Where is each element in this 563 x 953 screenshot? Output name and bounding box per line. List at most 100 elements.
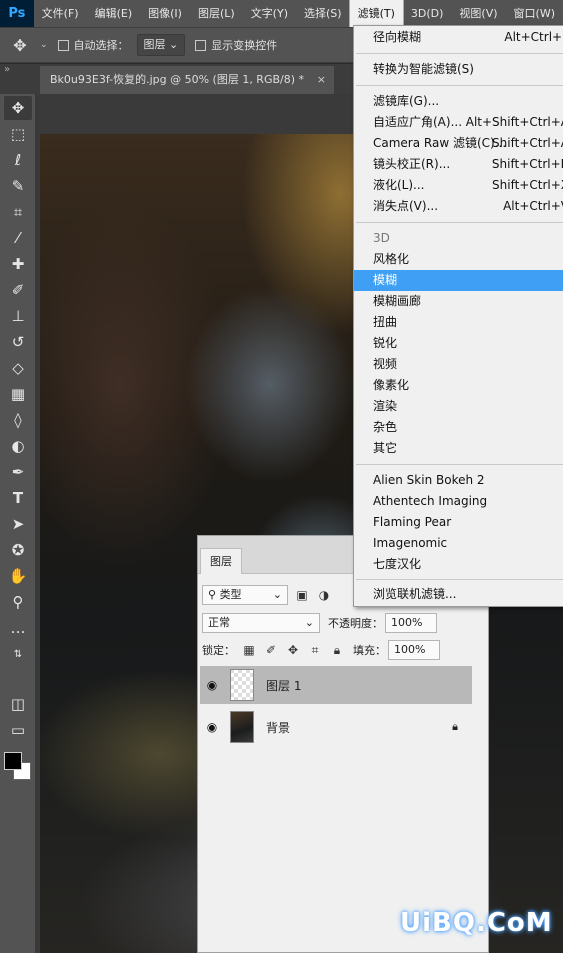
menu-filter[interactable]: 滤镜(T) xyxy=(348,0,404,28)
menu-item-label: 杂色 xyxy=(373,420,398,434)
filter-menu-item[interactable]: 像素化 xyxy=(354,375,563,396)
shape-tool-icon[interactable]: ✪ xyxy=(4,538,32,562)
menu-type[interactable]: 文字(Y) xyxy=(243,0,296,27)
menu-layer[interactable]: 图层(L) xyxy=(190,0,243,27)
filter-menu-item[interactable]: Camera Raw 滤镜(C)... Shift+Ctrl+A xyxy=(354,133,563,154)
lock-icon: 🔒︎ xyxy=(452,720,458,733)
filter-menu-item[interactable]: 径向模糊 Alt+Ctrl+F xyxy=(354,27,563,48)
lock-position-icon[interactable]: ✥ xyxy=(285,643,301,657)
filter-menu-item[interactable]: 镜头校正(R)... Shift+Ctrl+R xyxy=(354,154,563,175)
menu-image[interactable]: 图像(I) xyxy=(140,0,190,27)
lock-transparent-icon[interactable]: ▦ xyxy=(241,643,257,657)
menu-item-label: 3D xyxy=(373,231,390,245)
image-filter-icon[interactable]: ▣ xyxy=(294,588,310,602)
lock-all-icon[interactable]: 🔒︎ xyxy=(329,643,345,658)
lasso-tool-icon[interactable]: ℓ xyxy=(4,148,32,172)
photoshop-window: Ps 文件(F) 编辑(E) 图像(I) 图层(L) 文字(Y) 选择(S) 滤… xyxy=(0,0,563,953)
lock-pixels-icon[interactable]: ✐ xyxy=(263,643,279,657)
chevron-down-icon[interactable]: ⌄ xyxy=(40,40,48,50)
blur-tool-icon[interactable]: ◊ xyxy=(4,408,32,432)
filter-menu-item[interactable]: 液化(L)... Shift+Ctrl+X xyxy=(354,175,563,196)
menu-item-label: Flaming Pear xyxy=(373,515,452,529)
eyedropper-tool-icon[interactable]: ⁄ xyxy=(4,226,32,250)
filter-menu-item[interactable]: 视频 xyxy=(354,354,563,375)
layer-row[interactable]: ◉ 图层 1 xyxy=(200,666,472,704)
menu-view[interactable]: 视图(V) xyxy=(451,0,505,27)
eye-icon[interactable]: ◉ xyxy=(200,678,224,692)
layer-filter-dropdown[interactable]: ⚲ 类型 ⌄ xyxy=(202,585,288,605)
filter-menu-item[interactable]: 渲染 xyxy=(354,396,563,417)
swap-colors-icon[interactable]: ⇅ xyxy=(4,642,32,666)
menu-item-label: 模糊画廊 xyxy=(373,294,422,308)
type-tool-icon[interactable]: T xyxy=(4,486,32,510)
pen-tool-icon[interactable]: ✒ xyxy=(4,460,32,484)
adjustment-filter-icon[interactable]: ◑ xyxy=(316,588,332,602)
document-tab[interactable]: Bk0u93E3f-恢复的.jpg @ 50% (图层 1, RGB/8) * … xyxy=(40,66,334,94)
auto-select-dropdown[interactable]: 图层 ⌄ xyxy=(136,34,186,56)
menu-3d[interactable]: 3D(D) xyxy=(403,0,452,27)
foreground-color-swatch[interactable] xyxy=(4,752,22,770)
filter-menu-item[interactable]: Alien Skin Bokeh 2 xyxy=(354,470,563,491)
filter-menu-item[interactable]: 浏览联机滤镜... xyxy=(354,584,563,605)
filter-menu-item[interactable]: 风格化 xyxy=(354,249,563,270)
more-tools-icon[interactable]: … xyxy=(4,616,32,640)
menu-item-label: 模糊 xyxy=(373,273,398,287)
menu-window[interactable]: 窗口(W) xyxy=(506,0,563,27)
filter-menu-item[interactable]: 其它 xyxy=(354,438,563,459)
marquee-tool-icon[interactable]: ⬚ xyxy=(4,122,32,146)
collapse-panels-icon[interactable]: » xyxy=(4,64,10,75)
filter-menu-item[interactable]: 消失点(V)... Alt+Ctrl+V xyxy=(354,196,563,217)
filter-menu-item[interactable]: 杂色 xyxy=(354,417,563,438)
quick-mask-icon[interactable]: ◫ xyxy=(4,692,32,716)
menu-item-label: 浏览联机滤镜... xyxy=(373,587,457,601)
zoom-tool-icon[interactable]: ⚲ xyxy=(4,590,32,614)
close-icon[interactable]: × xyxy=(317,66,326,94)
history-brush-tool-icon[interactable]: ↺ xyxy=(4,330,32,354)
menu-item-label: Alien Skin Bokeh 2 xyxy=(373,473,485,487)
menu-item-shortcut: Shift+Ctrl+R xyxy=(491,157,563,171)
layer-name: 背景 xyxy=(266,720,291,735)
eye-icon[interactable]: ◉ xyxy=(200,720,224,734)
menu-file[interactable]: 文件(F) xyxy=(34,0,87,27)
menu-item-shortcut: Shift+Ctrl+X xyxy=(492,178,563,192)
filter-menu-item[interactable]: 锐化 xyxy=(354,333,563,354)
filter-menu-item[interactable]: 滤镜库(G)... xyxy=(354,91,563,112)
auto-select-checkbox[interactable] xyxy=(57,39,69,51)
menu-item-label: Camera Raw 滤镜(C)... xyxy=(373,136,507,150)
eraser-tool-icon[interactable]: ◇ xyxy=(4,356,32,380)
menu-item-label: Athentech Imaging xyxy=(373,494,488,508)
fill-field[interactable]: 100% ⌄ xyxy=(388,640,440,674)
clone-stamp-tool-icon[interactable]: ⊥ xyxy=(4,304,32,328)
filter-menu-item[interactable]: 3D xyxy=(354,228,563,249)
move-tool-icon[interactable]: ✥ xyxy=(4,96,32,120)
gradient-tool-icon[interactable]: ▦ xyxy=(4,382,32,406)
healing-brush-tool-icon[interactable]: ✚ xyxy=(4,252,32,276)
screen-mode-icon[interactable]: ▭ xyxy=(4,718,32,742)
filter-menu-item[interactable]: 转换为智能滤镜(S) xyxy=(354,59,563,80)
hand-tool-icon[interactable]: ✋ xyxy=(4,564,32,588)
filter-menu-item[interactable]: Athentech Imaging xyxy=(354,491,563,512)
menu-select[interactable]: 选择(S) xyxy=(296,0,350,27)
blend-mode-dropdown[interactable]: 正常 ⌄ xyxy=(202,613,320,633)
crop-tool-icon[interactable]: ⌗ xyxy=(4,200,32,224)
path-select-tool-icon[interactable]: ➤ xyxy=(4,512,32,536)
dodge-tool-icon[interactable]: ◐ xyxy=(4,434,32,458)
menu-item-label: 扭曲 xyxy=(373,315,398,329)
filter-menu-item[interactable]: Imagenomic xyxy=(354,533,563,554)
filter-menu-item[interactable]: 七度汉化 xyxy=(354,554,563,575)
tab-layers[interactable]: 图层 xyxy=(200,548,242,574)
layer-row[interactable]: ◉ 背景 🔒︎ xyxy=(200,708,472,746)
lock-artboard-icon[interactable]: ⌗ xyxy=(307,643,323,658)
filter-menu-item[interactable]: Flaming Pear xyxy=(354,512,563,533)
filter-menu-item[interactable]: 自适应广角(A)... Alt+Shift+Ctrl+A xyxy=(354,112,563,133)
brush-tool-icon[interactable]: ✐ xyxy=(4,278,32,302)
move-tool-icon[interactable]: ✥ xyxy=(0,36,40,55)
filter-menu-item[interactable]: 扭曲 xyxy=(354,312,563,333)
layer-name: 图层 1 xyxy=(266,678,302,693)
filter-menu-item-blur[interactable]: 模糊 xyxy=(354,270,563,291)
quick-select-tool-icon[interactable]: ✎ xyxy=(4,174,32,198)
menu-edit[interactable]: 编辑(E) xyxy=(87,0,141,27)
opacity-field[interactable]: 100% ⌄ xyxy=(385,613,437,647)
show-transform-checkbox[interactable] xyxy=(195,39,207,51)
filter-menu-item[interactable]: 模糊画廊 xyxy=(354,291,563,312)
